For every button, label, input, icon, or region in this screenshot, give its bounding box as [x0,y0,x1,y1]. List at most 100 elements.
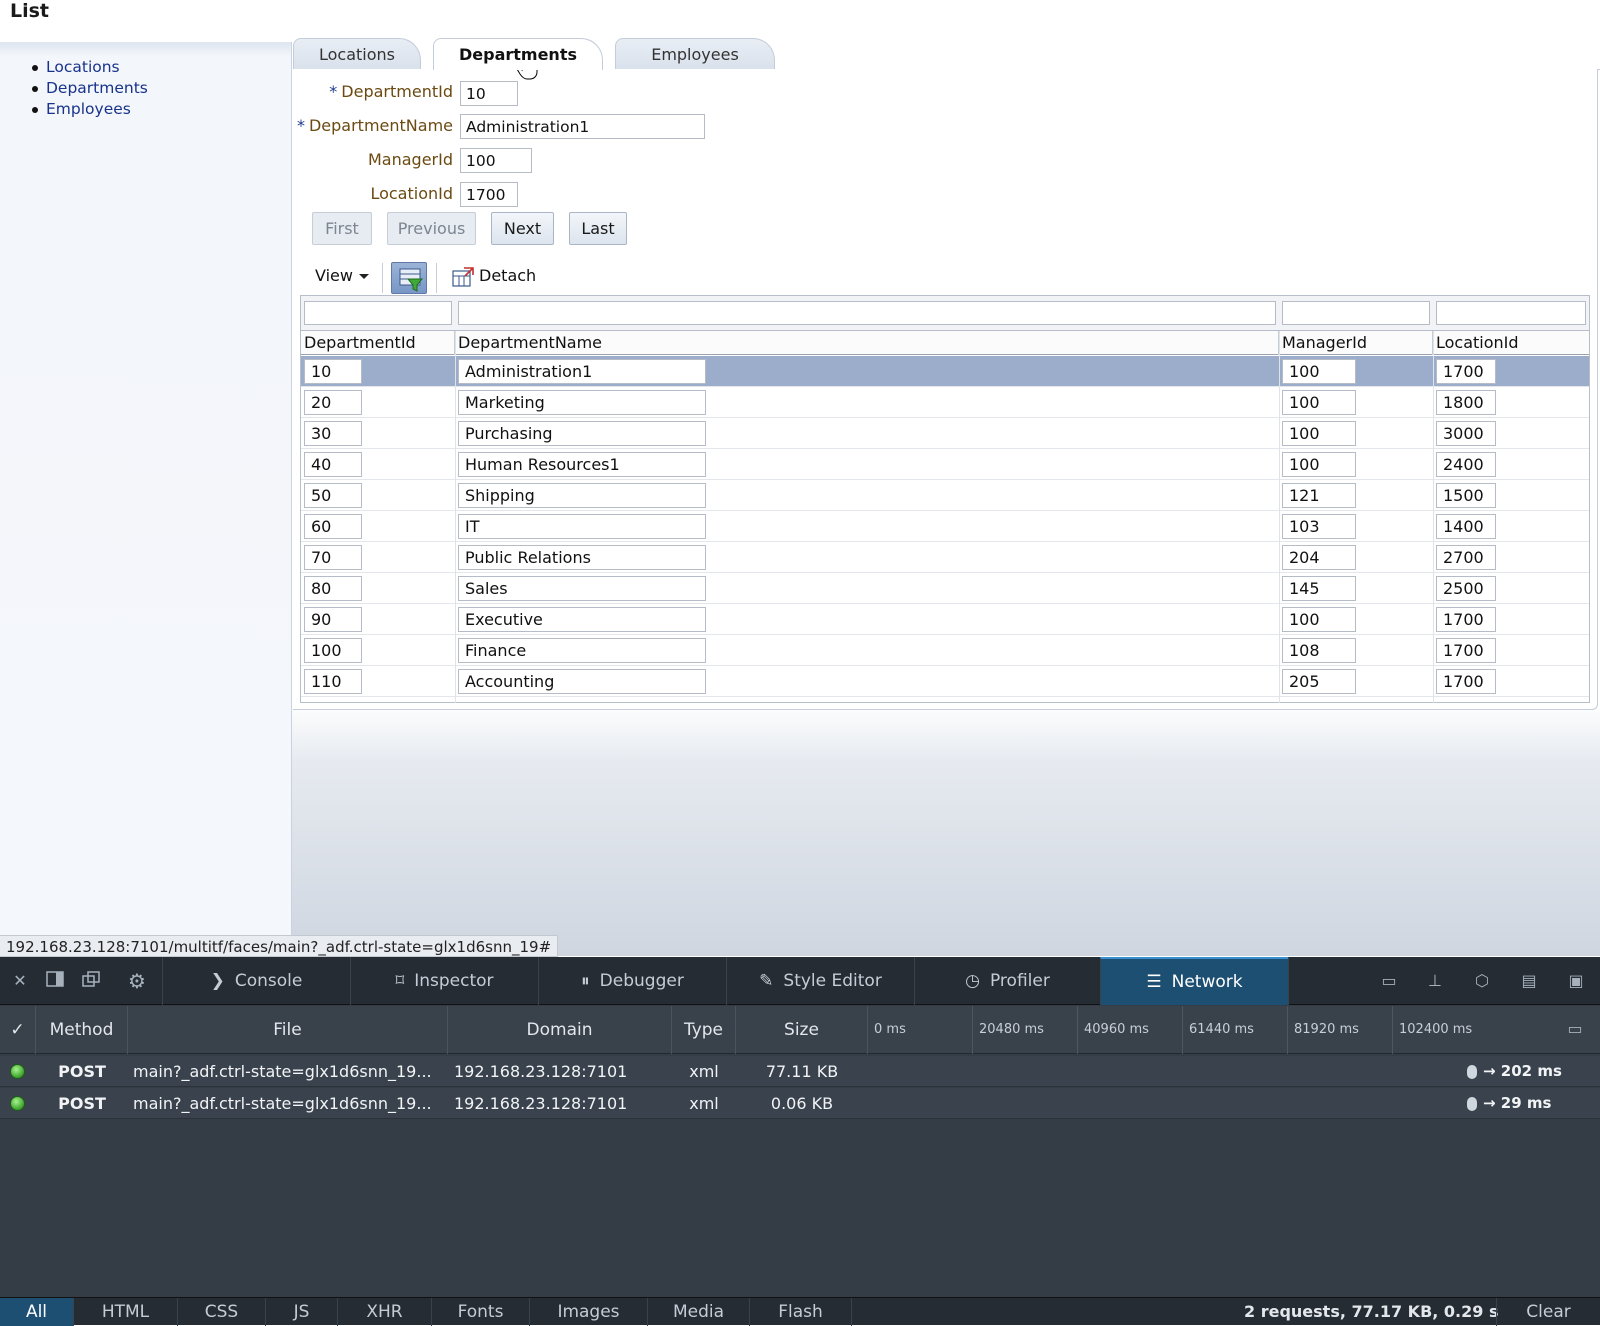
clear-button[interactable]: Clear [1496,1298,1600,1326]
tab-departments[interactable]: Departments [433,38,603,70]
table-row[interactable]: 50 Shipping 121 1500 [301,480,1589,511]
manager-id-cell[interactable]: 205 [1282,669,1356,694]
screenshot-icon[interactable]: ▣ [1565,971,1587,991]
location-id-cell[interactable]: 1700 [1436,669,1496,694]
department-id-field[interactable] [460,81,518,106]
department-id-cell[interactable]: 90 [304,607,362,632]
filter-flash[interactable]: Flash [750,1298,852,1326]
filter-department-id[interactable] [304,301,452,325]
table-row[interactable]: 60 IT 103 1400 [301,511,1589,542]
department-id-cell[interactable]: 30 [304,421,362,446]
location-id-cell[interactable]: 1700 [1436,607,1496,632]
network-request-row[interactable]: POST main?_adf.ctrl-state=glx1d6snn_19..… [0,1088,1600,1119]
manager-id-cell[interactable]: 100 [1282,390,1356,415]
manager-id-field[interactable] [460,148,532,173]
manager-id-cell[interactable]: 145 [1282,576,1356,601]
location-id-cell[interactable]: 2500 [1436,576,1496,601]
3d-view-icon[interactable]: ⬡ [1471,971,1493,991]
manager-id-cell[interactable]: 100 [1282,452,1356,477]
first-button[interactable]: First [312,212,372,245]
sidebar-item-employees[interactable]: Employees [30,99,148,120]
table-row[interactable]: 80 Sales 145 2500 [301,573,1589,604]
column-header-location-id[interactable]: LocationId [1433,331,1589,355]
filter-xhr[interactable]: XHR [338,1298,432,1326]
column-header-check[interactable]: ✓ [0,1006,36,1054]
close-icon[interactable]: ✕ [9,971,31,991]
location-id-cell[interactable]: 1700 [1436,359,1496,384]
tab-employees[interactable]: Employees [615,38,775,69]
manager-id-cell[interactable]: 204 [1282,545,1356,570]
manager-id-cell[interactable]: 100 [1282,607,1356,632]
filter-department-name[interactable] [458,301,1276,325]
department-id-cell[interactable]: 100 [304,638,362,663]
filter-manager-id[interactable] [1282,301,1430,325]
department-id-cell[interactable]: 40 [304,452,362,477]
column-header-manager-id[interactable]: ManagerId [1279,331,1433,355]
department-id-cell[interactable]: 10 [304,359,362,384]
department-name-field[interactable] [460,114,705,139]
last-button[interactable]: Last [569,212,627,245]
department-name-cell[interactable]: Administration1 [458,359,706,384]
table-row[interactable]: 40 Human Resources1 100 2400 [301,449,1589,480]
column-header-type[interactable]: Type [672,1006,736,1054]
manager-id-cell[interactable]: 100 [1282,421,1356,446]
filter-toggle-button[interactable] [391,262,427,294]
scratchpad-icon[interactable]: ▤ [1518,971,1540,991]
table-row[interactable]: 100 Finance 108 1700 [301,635,1589,666]
manager-id-cell[interactable]: 103 [1282,514,1356,539]
department-id-cell[interactable]: 110 [304,669,362,694]
department-name-cell[interactable]: IT [458,514,706,539]
tab-inspector[interactable]: ⌑ Inspector [350,957,538,1005]
department-name-cell[interactable]: Finance [458,638,706,663]
filter-css[interactable]: CSS [178,1298,266,1326]
tab-style-editor[interactable]: ✎ Style Editor [726,957,914,1005]
sidebar-item-locations[interactable]: Locations [30,57,148,78]
table-row[interactable]: 20 Marketing 100 1800 [301,387,1589,418]
waterfall-toggle-icon[interactable]: ▭ [1564,1019,1586,1039]
department-name-cell[interactable]: Marketing [458,390,706,415]
network-request-row[interactable]: POST main?_adf.ctrl-state=glx1d6snn_19..… [0,1056,1600,1087]
department-id-cell[interactable]: 70 [304,545,362,570]
filter-js[interactable]: JS [266,1298,338,1326]
department-id-cell[interactable]: 60 [304,514,362,539]
manager-id-cell[interactable]: 121 [1282,483,1356,508]
column-header-domain[interactable]: Domain [448,1006,672,1054]
tab-network[interactable]: ☰ Network [1100,957,1288,1005]
responsive-mode-icon[interactable]: ▭ [1378,971,1400,991]
paint-flashing-icon[interactable]: ⊥ [1424,971,1446,991]
filter-location-id[interactable] [1436,301,1586,325]
column-header-department-id[interactable]: DepartmentId [301,331,455,355]
view-menu[interactable]: View [315,266,369,285]
dock-side-icon[interactable] [44,971,66,991]
tab-debugger[interactable]: ⏸ Debugger [538,957,726,1005]
next-button[interactable]: Next [491,212,554,245]
department-name-cell[interactable]: Public Relations [458,545,706,570]
tab-console[interactable]: ❯ Console [162,957,350,1005]
manager-id-cell[interactable]: 108 [1282,638,1356,663]
department-name-cell[interactable]: Human Resources1 [458,452,706,477]
manager-id-cell[interactable]: 100 [1282,359,1356,384]
department-id-cell[interactable]: 80 [304,576,362,601]
table-row[interactable]: 110 Accounting 205 1700 [301,666,1589,697]
detach-button[interactable]: Detach [452,266,536,287]
tab-locations[interactable]: Locations [293,38,421,69]
sidebar-item-departments[interactable]: Departments [30,78,148,99]
gear-icon[interactable]: ⚙ [126,971,148,991]
filter-fonts[interactable]: Fonts [432,1298,530,1326]
department-name-cell[interactable]: Purchasing [458,421,706,446]
location-id-field[interactable] [460,182,518,207]
location-id-cell[interactable]: 3000 [1436,421,1496,446]
department-name-cell[interactable]: Executive [458,607,706,632]
filter-all[interactable]: All [0,1298,74,1326]
department-name-cell[interactable]: Shipping [458,483,706,508]
table-row[interactable]: 70 Public Relations 204 2700 [301,542,1589,573]
location-id-cell[interactable]: 1500 [1436,483,1496,508]
tab-profiler[interactable]: ◷ Profiler [914,957,1100,1005]
filter-media[interactable]: Media [648,1298,750,1326]
previous-button[interactable]: Previous [387,212,476,245]
table-row[interactable]: 90 Executive 100 1700 [301,604,1589,635]
location-id-cell[interactable]: 2700 [1436,545,1496,570]
column-header-file[interactable]: File [128,1006,448,1054]
location-id-cell[interactable]: 1700 [1436,638,1496,663]
location-id-cell[interactable]: 1800 [1436,390,1496,415]
